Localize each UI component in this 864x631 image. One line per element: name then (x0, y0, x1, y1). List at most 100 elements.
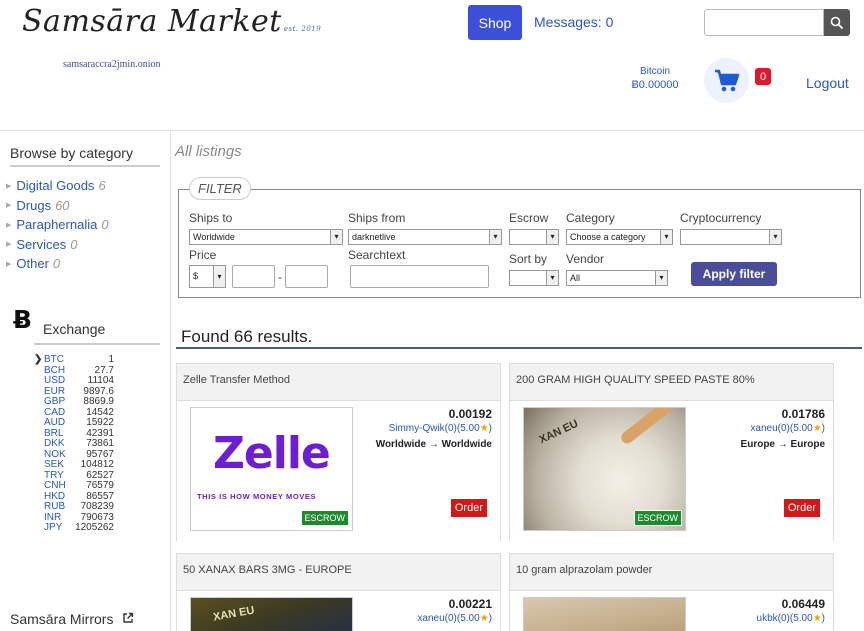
vendor-link[interactable]: xaneu(0)(5.00★) (417, 613, 492, 624)
category-select[interactable]: Choose a category ▾ (566, 229, 673, 245)
category-item-paraphernalia[interactable]: ▶ Paraphernalia 0 (6, 215, 109, 235)
listing-image[interactable]: XAN EU ESCROW (523, 407, 686, 531)
cryptocurrency-label: Cryptocurrency (680, 211, 762, 225)
category-list: ▶ Digital Goods 6 ▶ Drugs 60 ▶ Paraphernalia 0… (6, 176, 109, 274)
category-item-services[interactable]: ▶ Services 0 (6, 235, 109, 255)
category-count: 0 (70, 236, 78, 252)
listing-title[interactable]: 10 gram alprazolam powder (516, 564, 652, 576)
vendor-value: All (570, 273, 581, 283)
logo-tag: est. 2019 (283, 25, 322, 33)
category-label: Paraphernalia (16, 217, 98, 233)
rate-row[interactable]: RUB 708239 (34, 501, 114, 513)
vendor-link[interactable]: xaneu(0)(5.00★) (750, 423, 825, 434)
rate-row[interactable]: CNH 76579 (34, 480, 114, 492)
star-icon: ★ (479, 423, 489, 434)
rate-value: 15922 (86, 417, 114, 428)
bitcoin-balance[interactable]: Bitcoin Ƀ0.00000 (620, 66, 690, 91)
bag-label: XAN EU (212, 604, 256, 624)
rate-row[interactable]: SEK 104812 (34, 459, 114, 471)
cryptocurrency-select[interactable]: ▾ (680, 229, 782, 245)
ships-from-label: Ships from (348, 211, 406, 225)
apply-filter-button[interactable]: Apply filter (691, 262, 777, 286)
vendor-select[interactable]: All ▾ (566, 270, 668, 286)
site-logo[interactable]: Samsāra Market est. 2019 (22, 4, 321, 39)
category-count: 6 (98, 178, 106, 194)
rate-row[interactable]: USD 11104 (34, 375, 114, 387)
cart-count-badge: 0 (755, 68, 771, 85)
browse-category-title: Browse by category (10, 145, 160, 167)
chevron-down-icon: ▾ (546, 230, 558, 244)
vendor-name: ukbk(0)(5.00 (756, 613, 813, 624)
search-button[interactable] (824, 9, 850, 36)
search-input[interactable] (704, 9, 824, 36)
sidebar: Browse by category ▶ Digital Goods 6 ▶ Drug… (0, 131, 171, 631)
ships-from-select[interactable]: darknetlive ▾ (348, 229, 502, 245)
searchtext-input[interactable] (350, 265, 489, 288)
listing-image[interactable]: XAN EU (190, 597, 353, 631)
sort-by-select[interactable]: ▾ (509, 270, 559, 286)
chevron-down-icon: ▾ (213, 266, 225, 287)
cart-button[interactable] (704, 58, 749, 103)
cart-icon (714, 69, 739, 91)
mirrors-link[interactable]: Samsāra Mirrors (10, 611, 134, 627)
category-item-other[interactable]: ▶ Other 0 (6, 254, 109, 274)
escrow-select[interactable]: ▾ (509, 229, 559, 245)
bitcoin-amount: Ƀ0.00000 (631, 79, 679, 91)
chevron-down-icon: ▾ (655, 271, 667, 285)
bag-label: XAN EU (537, 417, 581, 447)
logout-link[interactable]: Logout (806, 75, 849, 91)
rate-row[interactable]: AUD 15922 (34, 417, 114, 429)
shipping-route: Worldwide → Worldwide (375, 439, 492, 450)
rate-currency: AUD (44, 417, 66, 428)
messages-link[interactable]: Messages: 0 (534, 14, 613, 30)
vendor-link[interactable]: Simmy-Qwik(0)(5.00★) (389, 423, 492, 434)
price-currency-select[interactable]: $ ▾ (189, 265, 226, 288)
rate-currency: GBP (44, 396, 66, 407)
rate-currency: RUB (44, 501, 66, 512)
price-max-input[interactable] (285, 265, 328, 288)
rate-row[interactable]: DKK 73861 (34, 438, 114, 450)
rate-value: 11104 (87, 375, 114, 386)
category-count: 0 (101, 217, 109, 233)
listing-image[interactable] (523, 597, 686, 631)
zelle-logo: Zelle (213, 428, 331, 479)
listing-title[interactable]: 200 GRAM HIGH QUALITY SPEED PASTE 80% (516, 374, 755, 386)
results-divider (176, 347, 862, 349)
category-label: Category (566, 211, 615, 225)
rate-currency: CNH (44, 480, 66, 491)
escrow-badge: ESCROW (633, 510, 682, 526)
logo-text: Samsāra Market (22, 4, 282, 39)
ships-to-select[interactable]: Worldwide ▾ (189, 229, 343, 245)
main-content: All listings FILTER Ships to Worldwide ▾ … (171, 131, 864, 631)
listing-title[interactable]: Zelle Transfer Method (183, 374, 290, 386)
star-icon: ★ (812, 423, 822, 434)
chevron-right-icon: ▶ (6, 241, 12, 249)
listing-card: 10 gram alprazolam powder 0.06449 ukbk(0… (509, 553, 834, 631)
rate-row[interactable]: GBP 8869.9 (34, 396, 114, 408)
rate-value: 76579 (86, 480, 114, 491)
rate-value: 708239 (80, 501, 114, 512)
price-min-input[interactable] (232, 265, 275, 288)
rate-row[interactable]: JPY 1205262 (34, 522, 114, 534)
filter-panel: FILTER Ships to Worldwide ▾ Ships from da… (178, 177, 861, 298)
chevron-down-icon: ▾ (546, 271, 558, 285)
rate-row[interactable]: ❯ BTC 1 (34, 354, 114, 366)
star-icon: ★ (812, 613, 822, 624)
category-item-drugs[interactable]: ▶ Drugs 60 (6, 196, 109, 216)
filter-legend: FILTER (189, 177, 251, 200)
order-button[interactable]: Order (782, 498, 821, 518)
vendor-link[interactable]: ukbk(0)(5.00★) (757, 613, 825, 624)
rate-currency: DKK (44, 438, 65, 449)
listing-title[interactable]: 50 XANAX BARS 3MG - EUROPE (183, 564, 352, 576)
escrow-badge: ESCROW (300, 510, 349, 526)
listing-body: XAN EU 0.00221 xaneu(0)(5.00★) (177, 590, 500, 631)
listing-image[interactable]: Zelle THIS IS HOW MONEY MOVES ESCROW (190, 407, 353, 531)
shop-button[interactable]: Shop (468, 5, 522, 40)
category-count: 60 (55, 197, 70, 213)
category-item-digital-goods[interactable]: ▶ Digital Goods 6 (6, 176, 109, 196)
rate-currency: SEK (44, 459, 65, 470)
rate-currency: BTC (44, 354, 64, 365)
header: Samsāra Market est. 2019 samsaraccra2jmin… (0, 0, 864, 131)
searchtext-label: Searchtext (348, 248, 406, 262)
order-button[interactable]: Order (449, 498, 488, 518)
